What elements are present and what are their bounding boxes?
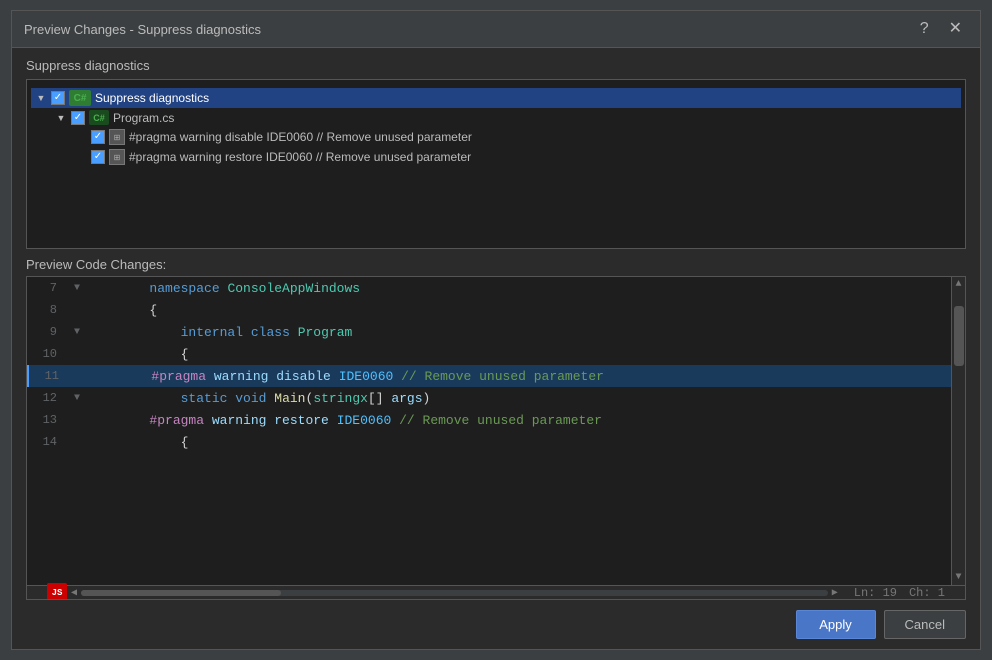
suppress-section-header: Suppress diagnostics [12, 48, 980, 79]
code-line-8: 8 { [27, 299, 951, 321]
line-num-8: 8 [27, 303, 67, 317]
code-line-14: 14 { [27, 431, 951, 453]
scroll-down-arrow[interactable]: ▼ [955, 572, 961, 585]
scrollbar-horizontal-bar[interactable]: JS ◀ ▶ Ln: 19 Ch: 1 [27, 585, 965, 599]
tree-arrow-root: ▼ [35, 92, 47, 104]
tree-label-pragma-restore: #pragma warning restore IDE0060 // Remov… [129, 150, 471, 164]
code-content-12: static void Main(stringx[] args) [87, 391, 951, 406]
preview-label: Preview Code Changes: [12, 249, 980, 276]
scroll-left-arrow[interactable]: ◀ [67, 587, 81, 599]
pragma-restore-icon: ⊞ [109, 149, 125, 165]
title-bar-left: Preview Changes - Suppress diagnostics [24, 22, 261, 37]
tree-checkbox-pragma-disable[interactable] [91, 130, 105, 144]
dialog-body: Suppress diagnostics ▼ C# Suppress diagn… [12, 48, 980, 600]
tree-item-pragma-disable[interactable]: ⊞ #pragma warning disable IDE0060 // Rem… [71, 127, 961, 147]
line-num-12: 12 [27, 391, 67, 405]
title-bar-actions: ? ✕ [914, 19, 968, 39]
jetbrains-logo: JS [47, 583, 67, 601]
code-line-12: 12 ▼ static void Main(stringx[] args) [27, 387, 951, 409]
code-line-13: 13 #pragma warning restore IDE0060 // Re… [27, 409, 951, 431]
line-num-14: 14 [27, 435, 67, 449]
line-num-10: 10 [27, 347, 67, 361]
line-arrow-7: ▼ [67, 283, 87, 294]
code-lines[interactable]: 7 ▼ namespace ConsoleAppWindows 8 { [27, 277, 951, 585]
apply-button[interactable]: Apply [796, 610, 876, 639]
tree-label-program: Program.cs [113, 111, 174, 125]
cancel-button[interactable]: Cancel [884, 610, 966, 639]
code-content-9: internal class Program [87, 325, 951, 340]
preview-label-text: Preview Code Changes: [26, 257, 166, 272]
line-arrow-12: ▼ [67, 393, 87, 404]
dialog-footer: Apply Cancel [12, 600, 980, 649]
code-line-9: 9 ▼ internal class Program [27, 321, 951, 343]
preview-section: Preview Code Changes: 7 ▼ namespace Cons… [12, 249, 980, 600]
code-line-7: 7 ▼ namespace ConsoleAppWindows [27, 277, 951, 299]
status-ch: Ch: 1 [909, 586, 945, 600]
tree-checkbox-root[interactable] [51, 91, 65, 105]
code-content-8: { [87, 303, 951, 318]
scrollbar-track-h[interactable] [81, 590, 828, 596]
line-arrow-9: ▼ [67, 327, 87, 338]
tree-arrow-program: ▼ [55, 112, 67, 124]
status-ln: Ln: 19 [854, 586, 897, 600]
line-num-9: 9 [27, 325, 67, 339]
cs-badge-root: C# [69, 90, 91, 106]
tree-checkbox-program[interactable] [71, 111, 85, 125]
tree-section[interactable]: ▼ C# Suppress diagnostics ▼ C# Program.c… [26, 79, 966, 249]
scrollbar-thumb-h[interactable] [81, 590, 281, 596]
tree-arrow-pragma-disable [75, 131, 87, 143]
line-num-13: 13 [27, 413, 67, 427]
dialog-title: Preview Changes - Suppress diagnostics [24, 22, 261, 37]
line-num-7: 7 [27, 281, 67, 295]
code-area-with-scroll: 7 ▼ namespace ConsoleAppWindows 8 { [27, 277, 965, 585]
code-content-11: #pragma warning disable IDE0060 // Remov… [89, 369, 951, 384]
scrollbar-v-thumb[interactable] [954, 306, 964, 366]
scroll-right-arrow[interactable]: ▶ [828, 587, 842, 599]
cs-badge-program: C# [89, 110, 109, 125]
tree-arrow-pragma-restore [75, 151, 87, 163]
code-content-13: #pragma warning restore IDE0060 // Remov… [87, 413, 951, 428]
preview-changes-dialog: Preview Changes - Suppress diagnostics ?… [11, 10, 981, 650]
line-num-11: 11 [29, 369, 69, 383]
scroll-up-arrow[interactable]: ▲ [955, 277, 961, 290]
scrollbar-vertical[interactable]: ▲ ▼ [951, 277, 965, 585]
tree-label-pragma-disable: #pragma warning disable IDE0060 // Remov… [129, 130, 472, 144]
code-line-11: 11 #pragma warning disable IDE0060 // Re… [27, 365, 951, 387]
suppress-label: Suppress diagnostics [26, 58, 150, 73]
status-right: Ln: 19 Ch: 1 [854, 586, 945, 600]
close-button[interactable]: ✕ [943, 19, 968, 39]
tree-item-program[interactable]: ▼ C# Program.cs [51, 108, 961, 127]
pragma-disable-icon: ⊞ [109, 129, 125, 145]
tree-item-pragma-restore[interactable]: ⊞ #pragma warning restore IDE0060 // Rem… [71, 147, 961, 167]
code-content-14: { [87, 435, 951, 450]
tree-item-root[interactable]: ▼ C# Suppress diagnostics [31, 88, 961, 108]
code-line-10: 10 { [27, 343, 951, 365]
tree-checkbox-pragma-restore[interactable] [91, 150, 105, 164]
code-content-7: namespace ConsoleAppWindows [87, 281, 951, 296]
tree-label-root: Suppress diagnostics [95, 91, 209, 105]
help-button[interactable]: ? [914, 19, 935, 39]
title-bar: Preview Changes - Suppress diagnostics ?… [12, 11, 980, 48]
code-content-10: { [87, 347, 951, 362]
code-editor: 7 ▼ namespace ConsoleAppWindows 8 { [26, 276, 966, 600]
